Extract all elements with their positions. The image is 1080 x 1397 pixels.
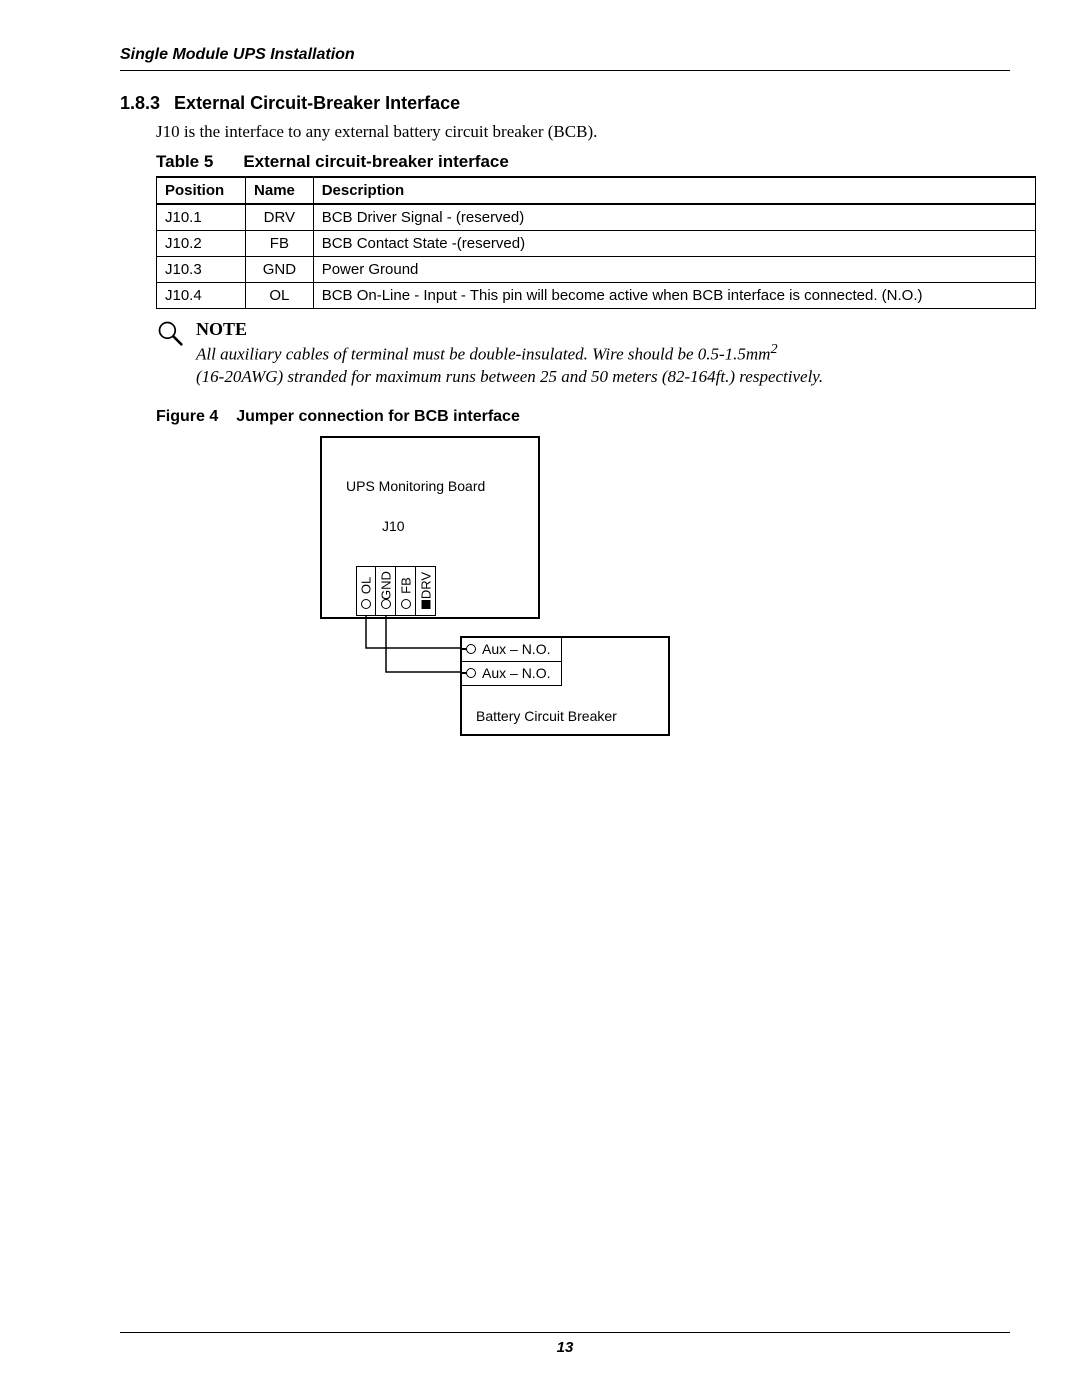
ups-board-label: UPS Monitoring Board — [346, 478, 485, 494]
cell-position: J10.4 — [157, 283, 246, 309]
figure-caption: Figure 4 Jumper connection for BCB interf… — [156, 408, 1010, 426]
pin-fb: FB — [396, 566, 416, 616]
interface-table: Position Name Description J10.1 DRV BCB … — [156, 176, 1036, 309]
section-title: External Circuit-Breaker Interface — [174, 93, 460, 113]
cell-description: BCB Driver Signal - (reserved) — [313, 204, 1035, 231]
cell-name: OL — [246, 283, 314, 309]
table-row: J10.3 GND Power Ground — [157, 257, 1036, 283]
pin-drv: DRV — [416, 566, 436, 616]
note-body: All auxiliary cables of terminal must be… — [196, 340, 823, 388]
table-row: J10.4 OL BCB On-Line - Input - This pin … — [157, 283, 1036, 309]
section-heading: 1.8.3 External Circuit-Breaker Interface — [120, 93, 1010, 114]
cell-description: BCB Contact State -(reserved) — [313, 231, 1035, 257]
table-row: J10.2 FB BCB Contact State -(reserved) — [157, 231, 1036, 257]
pin-dot-icon — [381, 599, 391, 609]
j10-pin-row: OL GND FB DRV — [356, 566, 436, 616]
cell-name: DRV — [246, 204, 314, 231]
cell-description: Power Ground — [313, 257, 1035, 283]
bcb-box: Aux – N.O. Aux – N.O. Battery Circuit Br… — [460, 636, 670, 736]
note-label: NOTE — [196, 319, 823, 340]
j10-label: J10 — [382, 518, 405, 534]
running-head: Single Module UPS Installation — [120, 46, 1010, 64]
section-number: 1.8.3 — [120, 93, 160, 113]
magnifier-icon — [156, 319, 184, 352]
th-description: Description — [313, 177, 1035, 204]
pin-dot-icon — [401, 599, 411, 609]
figure-title: Jumper connection for BCB interface — [236, 408, 520, 425]
page-footer: 13 — [120, 1324, 1010, 1357]
pin-square-icon — [421, 600, 430, 609]
cell-position: J10.3 — [157, 257, 246, 283]
page-number: 13 — [557, 1339, 574, 1356]
table-row: J10.1 DRV BCB Driver Signal - (reserved) — [157, 204, 1036, 231]
note-sup: 2 — [770, 341, 777, 357]
table-label: Table 5 — [156, 152, 213, 171]
cell-description: BCB On-Line - Input - This pin will beco… — [313, 283, 1035, 309]
intro-paragraph: J10 is the interface to any external bat… — [156, 122, 1010, 142]
bcb-diagram: UPS Monitoring Board J10 OL GND FB DRV A… — [320, 436, 740, 756]
th-position: Position — [157, 177, 246, 204]
table-caption: Table 5 External circuit-breaker interfac… — [156, 152, 1010, 172]
cell-position: J10.1 — [157, 204, 246, 231]
cell-name: GND — [246, 257, 314, 283]
pin-dot-icon — [361, 599, 371, 609]
note-line1: All auxiliary cables of terminal must be… — [196, 345, 770, 364]
th-name: Name — [246, 177, 314, 204]
footer-rule — [120, 1332, 1010, 1333]
note-block: NOTE All auxiliary cables of terminal mu… — [156, 319, 1010, 388]
cell-position: J10.2 — [157, 231, 246, 257]
header-rule — [120, 70, 1010, 71]
figure-label: Figure 4 — [156, 408, 218, 425]
aux-row: Aux – N.O. — [462, 662, 562, 686]
table-title: External circuit-breaker interface — [243, 152, 509, 171]
pin-gnd: GND — [376, 566, 396, 616]
cell-name: FB — [246, 231, 314, 257]
terminal-icon — [466, 668, 476, 678]
terminal-icon — [466, 644, 476, 654]
table-header-row: Position Name Description — [157, 177, 1036, 204]
bcb-label: Battery Circuit Breaker — [476, 708, 617, 724]
pin-ol: OL — [356, 566, 376, 616]
note-line2: (16-20AWG) stranded for maximum runs bet… — [196, 367, 823, 386]
aux-row: Aux – N.O. — [462, 638, 562, 662]
